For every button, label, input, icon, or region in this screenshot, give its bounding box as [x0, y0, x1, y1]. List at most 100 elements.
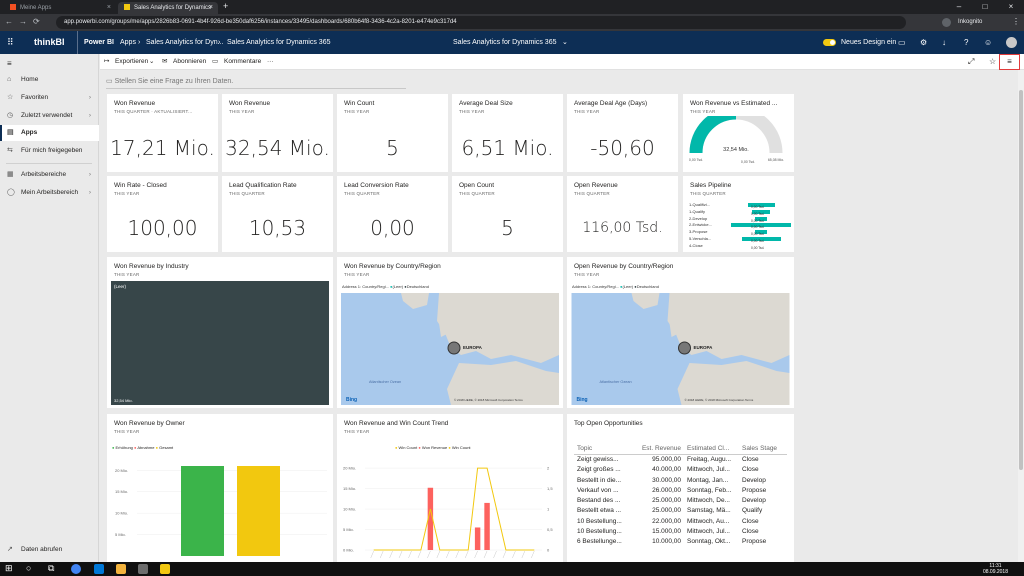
trend-tile[interactable]: Won Revenue and Win Count Trend THIS YEA…: [337, 414, 563, 562]
help-icon[interactable]: ?: [964, 31, 968, 54]
fullscreen-icon[interactable]: ⤢: [968, 54, 974, 70]
kpi-tile[interactable]: Won Revenue THIS YEAR 32,54 Mio.: [222, 94, 333, 172]
breadcrumb-apps[interactable]: Apps: [120, 31, 136, 54]
subscribe-button[interactable]: Abonnieren: [173, 54, 206, 70]
close-window-icon[interactable]: ×: [998, 0, 1024, 14]
nav-item-home[interactable]: ⌂ Home: [0, 72, 99, 88]
industry-tile[interactable]: Won Revenue by Industry THIS YEAR (Leer)…: [107, 257, 333, 408]
table-row[interactable]: Bestellt in die... 30.000,00 Montag, Jan..…: [574, 475, 787, 485]
kpi-tile[interactable]: Won Revenue THIS QUARTER · AKTUALISIERT.…: [107, 94, 218, 172]
qa-input[interactable]: ▭ Stellen Sie eine Frage zu Ihren Daten.: [106, 75, 406, 89]
pipeline-row[interactable]: 1-Qualifizi... 0,00 Tsd.: [689, 202, 791, 209]
menu-dots-icon[interactable]: ⋮: [1012, 16, 1020, 28]
hamburger-icon[interactable]: ≡: [0, 56, 99, 72]
pipeline-row[interactable]: 2-Develop 0,00 Tsd.: [689, 216, 791, 223]
column-header[interactable]: Sales Stage: [739, 444, 787, 455]
tab-meine-apps[interactable]: Meine Apps ×: [4, 2, 116, 14]
map-canvas[interactable]: EUROPA Atlantischer Ozean Bing © 2018 HE…: [571, 293, 790, 405]
download-icon[interactable]: ↓: [942, 31, 946, 54]
kpi-tile[interactable]: Lead Conversion Rate THIS QUARTER 0,00: [337, 176, 448, 252]
nav-item-favoriten[interactable]: ☆ Favoriten ›: [0, 90, 99, 106]
table-row[interactable]: 6 Bestellunge... 10.000,00 Sonntag, Okt...…: [574, 537, 787, 547]
new-design-toggle[interactable]: [823, 39, 836, 46]
more-button[interactable]: ···: [267, 54, 274, 70]
back-icon[interactable]: ←: [5, 16, 13, 28]
nav-item-recent[interactable]: ◷ Zuletzt verwendet ›: [0, 108, 99, 124]
app-launcher-icon[interactable]: ⠿: [7, 31, 14, 54]
table-row[interactable]: Bestand des ... 25.000,00 Mittwoch, De... D…: [574, 495, 787, 505]
treemap-block[interactable]: (Leer) 32,54 Mio.: [111, 281, 329, 405]
kpi-tile[interactable]: Open Count THIS QUARTER 5: [452, 176, 563, 252]
table-row[interactable]: Zeigt gewiss... 95.000,00 Freitag, Augu...…: [574, 454, 787, 464]
gauge-tile[interactable]: Won Revenue vs Estimated ... THIS YEAR 3…: [683, 94, 794, 172]
new-tab-button[interactable]: +: [223, 1, 228, 11]
table-row[interactable]: Verkauf von ... 26.000,00 Sonntag, Feb... P…: [574, 485, 787, 495]
task-view-icon[interactable]: ⧉: [48, 563, 54, 574]
pipeline-tile[interactable]: Sales Pipeline THIS QUARTER 1-Qualifizi.…: [683, 176, 794, 252]
pipeline-row[interactable]: 2-Entwicke... 0,00 Tsd.: [689, 222, 791, 229]
column-header[interactable]: Topic: [574, 444, 629, 455]
table-row[interactable]: 10 Bestellung... 15.000,00 Mittwoch, Jul..…: [574, 526, 787, 536]
table-row[interactable]: Bestellt etwa ... 25.000,00 Samstag, Mä...…: [574, 506, 787, 516]
forward-icon[interactable]: →: [19, 16, 27, 28]
powerbi-icon[interactable]: [160, 564, 170, 574]
map-tile[interactable]: Won Revenue by Country/Region THIS YEAR …: [337, 257, 563, 408]
table-row[interactable]: Zeigt großes ... 40.000,00 Mittwoch, Jul..…: [574, 465, 787, 475]
opportunities-tile[interactable]: Top Open Opportunities Topic Est. Revenu…: [567, 414, 794, 562]
app-icon[interactable]: [138, 564, 148, 574]
kpi-tile[interactable]: Win Rate - Closed THIS YEAR 100,00: [107, 176, 218, 252]
kpi-tile[interactable]: Open Revenue THIS QUARTER 116,00 Tsd.: [567, 176, 678, 252]
y-tick-label: 20 Mio.: [115, 468, 128, 473]
avatar[interactable]: [1006, 37, 1017, 48]
nav-item-shared[interactable]: ⇆ Für mich freigegeben: [0, 143, 99, 159]
clock[interactable]: 11:31 08.09.2018: [983, 563, 1008, 575]
url-input[interactable]: app.powerbi.com/groups/me/apps/2826b83-0…: [56, 16, 906, 29]
breadcrumb-app[interactable]: Sales Analytics for Dyn...: [146, 31, 223, 54]
pipeline-row[interactable]: 3-Propose 0,00 Tsd.: [689, 229, 791, 236]
search-icon[interactable]: ○: [26, 563, 31, 573]
comment-icon[interactable]: ▭: [898, 31, 906, 54]
chevron-down-icon[interactable]: ⌄: [562, 31, 568, 54]
owner-tile[interactable]: Won Revenue by Owner THIS YEAR ● Erhöhun…: [107, 414, 333, 562]
column-header[interactable]: Est. Revenue: [629, 444, 684, 455]
map-canvas[interactable]: EUROPA Atlantischer Ozean Bing © 2018 HE…: [341, 293, 559, 405]
reload-icon[interactable]: ⟳: [33, 16, 40, 28]
tab-sales-analytics[interactable]: Sales Analytics for Dynamics 365 ×: [118, 2, 218, 23]
kpi-tile[interactable]: Win Count THIS YEAR 5: [337, 94, 448, 172]
minimize-icon[interactable]: –: [946, 0, 972, 14]
kpi-tile[interactable]: Average Deal Size THIS YEAR 6,51 Mio.: [452, 94, 563, 172]
close-icon[interactable]: ×: [107, 2, 111, 14]
map-bubble[interactable]: [678, 341, 691, 355]
table-row[interactable]: 10 Bestellung... 22.000,00 Mittwoch, Au...…: [574, 516, 787, 526]
maximize-icon[interactable]: □: [972, 0, 998, 14]
explorer-icon[interactable]: [116, 564, 126, 574]
scrollbar[interactable]: [1018, 70, 1024, 562]
dashboard-title[interactable]: Sales Analytics for Dynamics 365: [453, 31, 557, 54]
breadcrumb-dashboard[interactable]: Sales Analytics for Dynamics 365: [227, 31, 331, 54]
favorite-star-icon[interactable]: ☆: [989, 54, 996, 70]
comments-button[interactable]: Kommentare: [224, 54, 261, 70]
windows-start-icon[interactable]: ⊞: [5, 563, 13, 574]
feedback-icon[interactable]: ☺: [984, 31, 992, 54]
product-name[interactable]: Power BI: [84, 31, 114, 54]
edge-icon[interactable]: [94, 564, 104, 574]
pipeline-row[interactable]: 5-Verschla... 0,00 Tsd.: [689, 236, 791, 243]
close-icon[interactable]: ×: [209, 2, 213, 14]
pipeline-row[interactable]: 4-Close 0,00 Tsd.: [689, 243, 791, 250]
map-bubble[interactable]: [447, 341, 461, 355]
scrollbar-thumb[interactable]: [1019, 90, 1023, 470]
chevron-down-icon[interactable]: ⌄: [149, 54, 154, 70]
pipeline-row[interactable]: 1-Qualify 0,00 Tsd.: [689, 209, 791, 216]
map-tile[interactable]: Open Revenue by Country/Region THIS YEAR…: [567, 257, 794, 408]
chrome-icon[interactable]: [71, 564, 81, 574]
nav-item-get-data[interactable]: ↗ Daten abrufen: [0, 542, 99, 558]
kpi-tile[interactable]: Lead Qualification Rate THIS QUARTER 10,…: [222, 176, 333, 252]
kpi-tile[interactable]: Average Deal Age (Days) THIS YEAR -50,60: [567, 94, 678, 172]
export-button[interactable]: Exportieren: [115, 54, 148, 70]
nav-item-apps[interactable]: ▤ Apps: [0, 125, 99, 141]
nav-item-my-workspace[interactable]: ◯ Mein Arbeitsbereich ›: [0, 185, 99, 201]
gear-icon[interactable]: ⚙: [920, 31, 927, 54]
nav-item-workspaces[interactable]: ▦ Arbeitsbereiche ›: [0, 167, 99, 183]
list-view-button[interactable]: ≡: [999, 54, 1020, 70]
column-header[interactable]: Estimated Cl...: [684, 444, 739, 455]
